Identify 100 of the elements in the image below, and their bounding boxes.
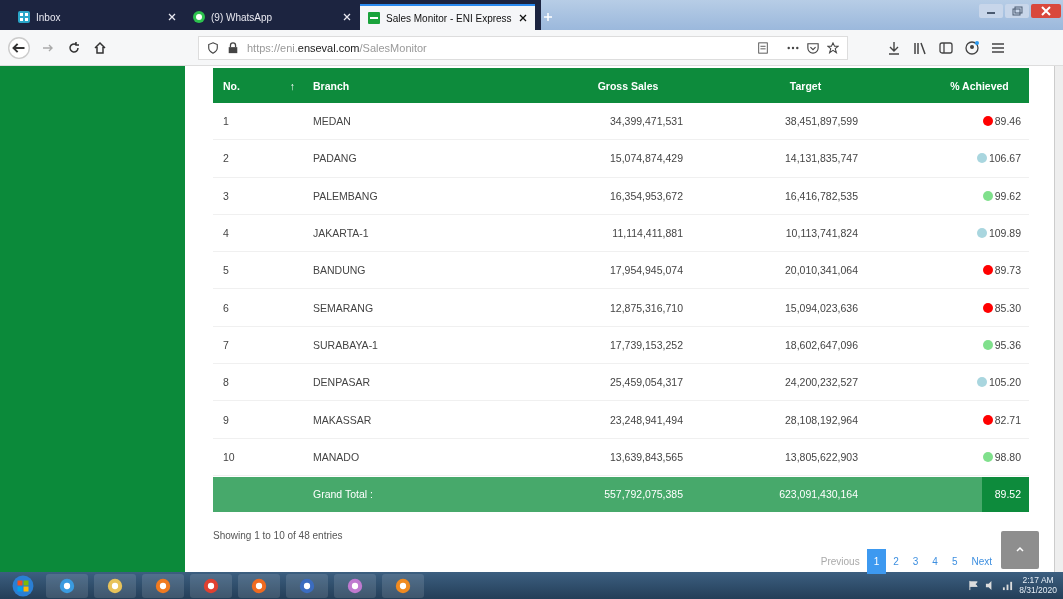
account-icon[interactable] — [964, 39, 980, 56]
home-icon[interactable] — [92, 39, 108, 56]
table-cell: 38,451,897,599 — [785, 115, 858, 128]
table-cell: 12,875,316,710 — [610, 301, 683, 314]
table-cell: 623,091,430,164 — [779, 488, 858, 501]
table-cell: 28,108,192,964 — [785, 413, 858, 426]
taskbar-app-icon[interactable] — [46, 573, 88, 598]
taskbar-app-icon[interactable] — [286, 573, 328, 598]
next-link[interactable]: Next — [964, 548, 999, 574]
pocket-icon[interactable] — [807, 41, 819, 54]
page-link[interactable]: 4 — [925, 548, 945, 574]
column-header[interactable]: No. — [223, 79, 240, 92]
table-cell: 10 — [223, 450, 235, 463]
column-header[interactable]: Branch — [313, 79, 350, 92]
taskbar-app-icon[interactable] — [334, 573, 376, 598]
lock-icon — [227, 41, 239, 54]
star-icon[interactable] — [827, 41, 839, 54]
previous-link[interactable]: Previous — [813, 548, 867, 574]
table-cell: JAKARTA-1 — [313, 227, 369, 240]
column-header[interactable]: % Achieved — [950, 79, 1009, 92]
browser-tab[interactable]: Sales Monitor - ENI Express — [360, 4, 535, 30]
download-icon[interactable] — [886, 39, 902, 56]
table-cell: 95.36 — [994, 338, 1021, 351]
site-icon — [368, 12, 380, 24]
entries-info: Showing 1 to 10 of 48 entries — [213, 529, 344, 541]
table-cell: SURABAYA-1 — [313, 338, 378, 351]
column-header[interactable]: Target — [789, 79, 822, 92]
table-cell: 89.73 — [994, 264, 1021, 277]
chat-icon — [193, 11, 205, 23]
table-cell: 5 — [223, 264, 229, 277]
sidebar-icon[interactable] — [938, 39, 954, 56]
taskbar-app-icon[interactable] — [382, 573, 424, 598]
table-cell: 18,602,647,096 — [785, 338, 858, 351]
table-cell: 34,399,471,531 — [610, 115, 683, 128]
close-icon[interactable] — [517, 13, 528, 23]
scroll-top-button[interactable] — [1001, 530, 1039, 569]
table-cell: 20,010,341,064 — [785, 264, 858, 277]
table-cell: PALEMBANG — [313, 189, 378, 202]
table-cell: 15,074,874,429 — [610, 152, 683, 165]
table-cell: 109.89 — [988, 227, 1021, 240]
table-cell: 1 — [223, 115, 229, 128]
shield-icon — [207, 41, 219, 54]
table-cell: 98.80 — [994, 450, 1021, 463]
table-cell: 25,459,054,317 — [610, 376, 683, 389]
page-link[interactable]: 1 — [866, 548, 887, 574]
table-cell: 99.62 — [994, 189, 1021, 202]
table-cell: 13,805,622,903 — [785, 450, 858, 463]
table-cell: 8 — [223, 376, 229, 389]
table-cell: 17,739,153,252 — [610, 338, 683, 351]
table-cell: 82.71 — [994, 413, 1021, 426]
grid-icon — [18, 11, 30, 23]
table-cell: 15,094,023,636 — [785, 301, 858, 314]
table-cell: 89.46 — [994, 115, 1021, 128]
table-cell: MAKASSAR — [313, 413, 372, 426]
sort-arrow[interactable]: ↑ — [289, 79, 295, 92]
restore-icon[interactable] — [1005, 4, 1029, 18]
tab-title: Inbox — [36, 11, 62, 23]
taskbar-app-icon[interactable] — [142, 573, 184, 598]
table-cell: 16,416,782,535 — [785, 189, 858, 202]
table-cell: BANDUNG — [313, 264, 366, 277]
table-cell: SEMARANG — [313, 301, 374, 314]
table-cell: 14,131,835,747 — [785, 152, 858, 165]
page-link[interactable]: 3 — [905, 548, 926, 574]
taskbar-app-icon[interactable] — [238, 573, 280, 598]
taskbar-app-icon[interactable] — [190, 573, 232, 598]
table-cell: PADANG — [313, 152, 357, 165]
table-cell: 105.20 — [988, 376, 1021, 389]
signal-icon[interactable] — [1002, 580, 1014, 591]
reload-icon[interactable] — [66, 39, 82, 56]
total-achieved-cell: 89.52 — [982, 476, 1029, 512]
table-cell: 2 — [223, 152, 229, 165]
browser-tab[interactable]: (9) WhatsApp — [185, 4, 360, 30]
url-text: https://eni.enseval.com/SalesMonitor — [247, 41, 427, 54]
table-cell: 10,113,741,824 — [785, 227, 858, 240]
page-link[interactable]: 5 — [944, 548, 965, 574]
table-cell: 106.67 — [988, 152, 1021, 165]
table-cell: Grand Total : — [313, 488, 373, 501]
table-cell: 9 — [223, 413, 229, 426]
reader-icon[interactable] — [757, 41, 769, 54]
page-link[interactable]: 2 — [886, 548, 906, 574]
taskbar-app-icon[interactable] — [94, 573, 136, 598]
flag-icon[interactable] — [968, 580, 980, 591]
table-cell: 23,248,941,494 — [610, 413, 683, 426]
tab-title: Sales Monitor - ENI Express — [386, 12, 512, 24]
clock-time: 2:17 AM — [1022, 576, 1054, 586]
scrollbar-track[interactable] — [1054, 66, 1063, 572]
address-bar[interactable]: https://eni.enseval.com/SalesMonitor — [198, 35, 848, 60]
table-cell: 3 — [223, 189, 229, 202]
table-cell: 16,354,953,672 — [610, 189, 683, 202]
table-cell: 11,114,411,881 — [612, 227, 683, 240]
table-cell: 13,639,843,565 — [610, 450, 683, 463]
table-cell: 6 — [223, 301, 229, 314]
table-cell: 7 — [223, 338, 229, 351]
minimize-icon[interactable] — [979, 4, 1003, 18]
table-cell: MANADO — [313, 450, 360, 463]
column-header[interactable]: Gross Sales — [597, 79, 659, 92]
table-cell: MEDAN — [313, 115, 351, 128]
clock-date: 8/31/2020 — [1019, 585, 1057, 595]
browser-tab[interactable]: Inbox — [10, 4, 185, 30]
table-cell: 85.30 — [994, 301, 1021, 314]
